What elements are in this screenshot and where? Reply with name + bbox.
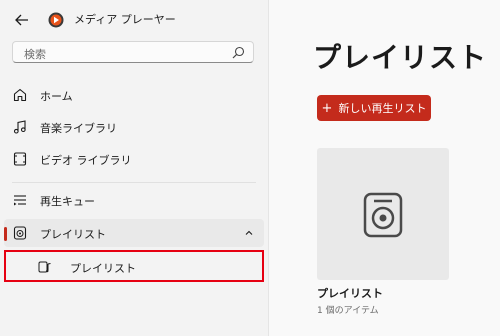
- search-input[interactable]: 検索: [24, 46, 46, 62]
- app-logo-icon: [48, 12, 64, 28]
- nav-label-playlists: プレイリスト: [40, 228, 106, 241]
- new-playlist-label: 新しい再生リスト: [338, 102, 427, 115]
- nav-label-music: 音楽ライブラリ: [40, 122, 117, 135]
- sub-item-label: プレイリスト: [70, 262, 136, 275]
- music-note-icon: [13, 120, 26, 134]
- nav-label-video: ビデオ ライブラリ: [40, 154, 132, 167]
- nav-label-home: ホーム: [40, 90, 73, 103]
- search-box[interactable]: 検索: [12, 41, 254, 63]
- playlist-music-icon: [38, 261, 51, 273]
- nav-item-music[interactable]: 音楽ライブラリ: [4, 113, 264, 141]
- plus-icon: +: [321, 100, 333, 116]
- nav-item-video[interactable]: ビデオ ライブラリ: [4, 145, 264, 173]
- sub-item-playlist[interactable]: プレイリスト: [4, 250, 264, 282]
- nav-label-queue: 再生キュー: [40, 195, 95, 208]
- nav-divider: [12, 182, 256, 183]
- search-icon[interactable]: [232, 46, 245, 59]
- sidebar: メディア プレーヤー 検索 ホーム 音楽ライブラリ ビデオ ライブラリ 再生キュ…: [0, 0, 268, 336]
- queue-icon: [14, 195, 26, 206]
- back-button[interactable]: [10, 8, 34, 32]
- page-title: プレイリスト: [313, 41, 488, 74]
- active-indicator: [4, 227, 7, 241]
- new-playlist-button[interactable]: + 新しい再生リスト: [317, 95, 431, 121]
- video-icon: [13, 152, 27, 166]
- nav-item-queue[interactable]: 再生キュー: [4, 186, 264, 214]
- title-bar: メディア プレーヤー: [0, 0, 268, 40]
- playlist-icon: [13, 226, 27, 240]
- arrow-left-icon: [15, 14, 28, 26]
- nav-item-playlists[interactable]: プレイリスト: [4, 219, 264, 247]
- home-icon: [13, 88, 27, 102]
- tile-subtitle: 1 個のアイテム: [317, 306, 379, 316]
- playlist-icon: [363, 192, 403, 238]
- tile-title[interactable]: プレイリスト: [317, 285, 383, 301]
- nav-item-home[interactable]: ホーム: [4, 81, 264, 109]
- app-title: メディア プレーヤー: [74, 13, 176, 26]
- playlist-tile[interactable]: [317, 148, 449, 280]
- main-content: プレイリスト + 新しい再生リスト プレイリスト 1 個のアイテム: [268, 0, 500, 336]
- chevron-up-icon[interactable]: [244, 228, 254, 238]
